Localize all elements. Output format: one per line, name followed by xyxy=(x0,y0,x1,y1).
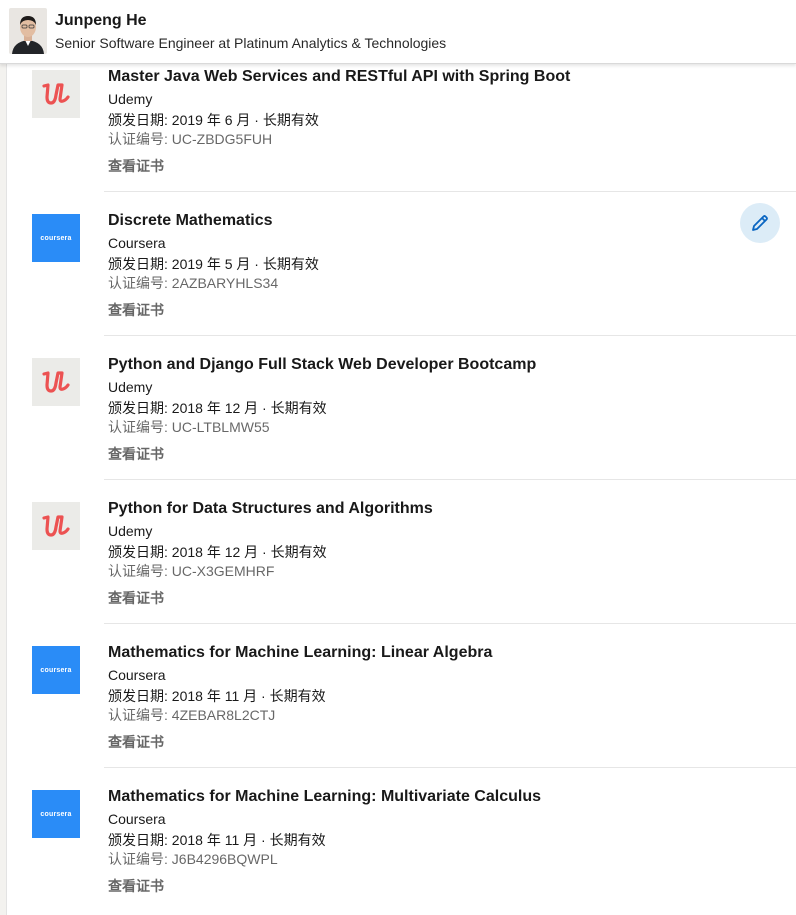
pencil-icon xyxy=(752,215,768,231)
udemy-logo-icon[interactable] xyxy=(32,358,80,406)
see-credential-link[interactable]: 查看证书 xyxy=(108,732,164,752)
issuing-organization: Coursera xyxy=(108,667,166,683)
credential-id: 认证编号: UC-X3GEMHRF xyxy=(108,563,275,579)
list-item: Python for Data Structures and Algorithm… xyxy=(7,480,796,624)
coursera-logo-icon[interactable]: coursera xyxy=(32,214,80,262)
issue-date: 颁发日期: 2019 年 6 月 · 长期有效 xyxy=(108,112,319,128)
issue-date: 颁发日期: 2018 年 12 月 · 长期有效 xyxy=(108,400,327,416)
see-credential-link[interactable]: 查看证书 xyxy=(108,156,164,176)
issue-date: 颁发日期: 2019 年 5 月 · 长期有效 xyxy=(108,256,319,272)
issuing-organization: Coursera xyxy=(108,811,166,827)
credential-id: 认证编号: 4ZEBAR8L2CTJ xyxy=(108,707,276,723)
certification-title[interactable]: Python for Data Structures and Algorithm… xyxy=(108,500,433,518)
certification-title[interactable]: Mathematics for Machine Learning: Linear… xyxy=(108,644,492,662)
credential-id: 认证编号: J6B4296BQWPL xyxy=(108,851,278,867)
coursera-logo-icon[interactable]: coursera xyxy=(32,646,80,694)
credential-id: 认证编号: UC-ZBDG5FUH xyxy=(108,131,273,147)
coursera-logo-icon[interactable]: coursera xyxy=(32,790,80,838)
list-item: coursera Mathematics for Machine Learnin… xyxy=(7,624,796,768)
see-credential-link[interactable]: 查看证书 xyxy=(108,300,164,320)
issue-date: 颁发日期: 2018 年 11 月 · 长期有效 xyxy=(108,688,326,704)
profile-header: Junpeng He Senior Software Engineer at P… xyxy=(0,0,796,64)
see-credential-link[interactable]: 查看证书 xyxy=(108,876,164,896)
certifications-list: Master Java Web Services and RESTful API… xyxy=(6,64,796,915)
certification-title[interactable]: Mathematics for Machine Learning: Multiv… xyxy=(108,788,541,806)
issue-date: 颁发日期: 2018 年 11 月 · 长期有效 xyxy=(108,832,326,848)
issuing-organization: Udemy xyxy=(108,91,153,107)
edit-button[interactable] xyxy=(740,203,780,243)
avatar[interactable] xyxy=(9,8,47,54)
certification-title[interactable]: Discrete Mathematics xyxy=(108,212,273,230)
certification-title[interactable]: Master Java Web Services and RESTful API… xyxy=(108,68,570,86)
see-credential-link[interactable]: 查看证书 xyxy=(108,588,164,608)
credential-id: 认证编号: 2AZBARYHLS34 xyxy=(108,275,279,291)
profile-name[interactable]: Junpeng He xyxy=(55,12,147,30)
list-item: Python and Django Full Stack Web Develop… xyxy=(7,336,796,480)
credential-id: 认证编号: UC-LTBLMW55 xyxy=(108,419,270,435)
list-item: coursera Mathematics for Machine Learnin… xyxy=(7,768,796,912)
list-item: Master Java Web Services and RESTful API… xyxy=(7,48,796,192)
issuing-organization: Udemy xyxy=(108,523,153,539)
udemy-logo-icon[interactable] xyxy=(32,502,80,550)
certification-title[interactable]: Python and Django Full Stack Web Develop… xyxy=(108,356,536,374)
issuing-organization: Coursera xyxy=(108,235,166,251)
profile-headline: Senior Software Engineer at Platinum Ana… xyxy=(55,35,447,51)
udemy-logo-icon[interactable] xyxy=(32,70,80,118)
issue-date: 颁发日期: 2018 年 12 月 · 长期有效 xyxy=(108,544,327,560)
list-item: coursera Discrete Mathematics Coursera 颁… xyxy=(7,192,796,336)
issuing-organization: Udemy xyxy=(108,379,153,395)
see-credential-link[interactable]: 查看证书 xyxy=(108,444,164,464)
